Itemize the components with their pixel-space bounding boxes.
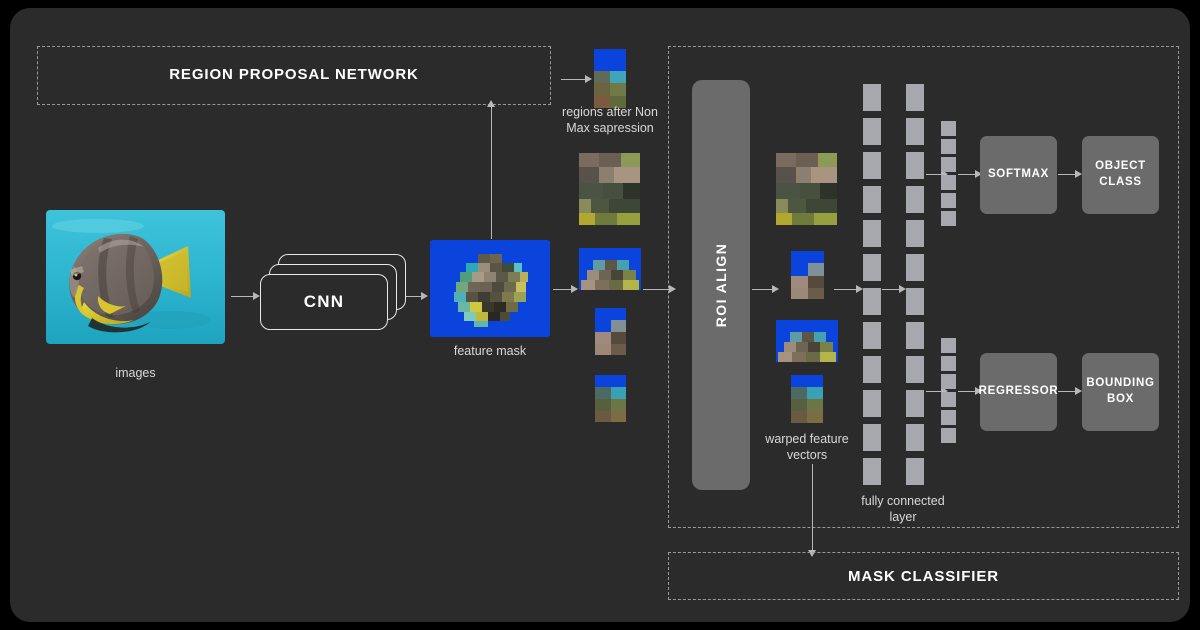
fully-connected-layer-caption: fully connected layer: [838, 494, 968, 525]
arrow-cnn-to-feature-mask-head: [421, 292, 428, 301]
fc-column1-cell: [863, 322, 881, 349]
feature-mask-caption: feature mask: [453, 344, 527, 358]
fc-column1-cell: [863, 458, 881, 485]
fc-caption-line1: fully connected: [861, 494, 945, 508]
fc-column2-cell: [906, 254, 924, 281]
fc-column2-cell: [906, 84, 924, 111]
fc-column1-cell: [863, 84, 881, 111]
proposal-thumbnail-1: [579, 153, 640, 225]
mask-classifier-panel: MASK CLASSIFIER: [668, 552, 1179, 600]
class-branch-cell: [941, 121, 956, 136]
warped-caption-line2: vectors: [786, 447, 828, 462]
fc-column1-cell: [863, 186, 881, 213]
fc-column1-cell: [863, 254, 881, 281]
fc-column1-cell: [863, 390, 881, 417]
box-branch-cell: [941, 338, 956, 353]
box-branch-cell: [941, 410, 956, 425]
feature-mask-image: [430, 240, 550, 337]
fc-column1-cell: [863, 220, 881, 247]
fc-column2-cell: [906, 152, 924, 179]
bounding-box-label-line2: BOX: [1106, 393, 1135, 405]
diagram-canvas: REGION PROPOSAL NETWORK images CNN featu…: [0, 0, 1200, 630]
arrow-feature-mask-to-proposals: [553, 289, 573, 291]
arrow-rpn-to-nms-region-head: [585, 75, 592, 84]
input-image-caption: images: [115, 366, 156, 380]
region-after-nms-thumbnail: [594, 49, 626, 108]
arrow-warped-to-fc-1-head: [856, 285, 863, 294]
arrow-regressor-to-bounding-box-head: [1075, 387, 1082, 396]
arrow-proposals-to-roi-align: [643, 289, 671, 291]
arrow-feature-mask-to-proposals-head: [571, 285, 578, 294]
arrow-warped-to-mask-classifier: [812, 464, 814, 551]
warped-thumbnail-4: [791, 375, 823, 423]
class-branch-cell: [941, 211, 956, 226]
bounding-box-label-line1: BOUNDING: [1086, 377, 1155, 390]
warped-thumbnail-2: [791, 251, 824, 299]
class-branch-cell: [941, 175, 956, 190]
fc-column2-cell: [906, 288, 924, 315]
arrow-softmax-to-object-class-head: [1075, 170, 1082, 179]
arrow-roi-align-to-warped: [752, 289, 774, 291]
region-after-nms-caption-line1: regions after Non: [562, 105, 658, 119]
region-proposal-network-panel: REGION PROPOSAL NETWORK: [37, 46, 551, 105]
fc-column1-cell: [863, 356, 881, 383]
fc-column2-cell: [906, 458, 924, 485]
region-proposal-network-title: REGION PROPOSAL NETWORK: [169, 66, 419, 83]
fc-column1-cell: [863, 152, 881, 179]
fc-column2-cell: [906, 356, 924, 383]
arrow-roi-align-to-warped-head: [772, 285, 779, 294]
class-branch-cell: [941, 193, 956, 208]
arrow-images-to-cnn-head: [253, 292, 260, 301]
fc-column2-cell: [906, 424, 924, 451]
roi-align-label: ROI ALIGN: [713, 242, 730, 328]
warped-feature-vectors-caption: warped feature vectors: [747, 432, 867, 463]
box-branch-cell: [941, 374, 956, 389]
object-class-block[interactable]: OBJECT CLASS: [1082, 136, 1159, 214]
proposal-thumbnail-3: [595, 308, 626, 355]
box-branch-cell: [941, 428, 956, 443]
arrow-warped-to-fc-1: [834, 289, 858, 291]
warped-thumbnail-1: [776, 153, 837, 225]
warped-caption-line1: warped feature: [765, 432, 849, 446]
box-branch-cell: [941, 392, 956, 407]
regressor-block[interactable]: REGRESSOR: [978, 353, 1059, 431]
object-class-label-line1: OBJECT: [1095, 160, 1146, 173]
arrow-fc1-to-fc2-head: [899, 285, 906, 294]
bounding-box-block[interactable]: BOUNDING BOX: [1082, 353, 1159, 431]
roi-align-block[interactable]: ROI ALIGN: [692, 80, 750, 490]
arrow-feature-mask-to-rpn: [491, 105, 493, 239]
region-after-nms-caption: regions after Non Max sapression: [545, 105, 675, 136]
mask-classifier-title: MASK CLASSIFIER: [847, 568, 999, 585]
fc-column1-cell: [863, 288, 881, 315]
region-after-nms-caption-line2: Max sapression: [566, 120, 654, 135]
class-branch-cell: [941, 139, 956, 154]
arrow-images-to-cnn: [231, 296, 255, 298]
cnn-label: CNN: [303, 292, 345, 311]
fc-column1-cell: [863, 118, 881, 145]
fc-column2-cell: [906, 220, 924, 247]
diagram-card: REGION PROPOSAL NETWORK images CNN featu…: [10, 8, 1190, 622]
cnn-block[interactable]: CNN: [260, 274, 388, 330]
softmax-label: SOFTMAX: [987, 168, 1050, 181]
input-image: [46, 210, 225, 344]
box-branch-cell: [941, 356, 956, 371]
warped-thumbnail-3: [776, 320, 838, 362]
proposal-thumbnail-2: [579, 248, 641, 290]
softmax-block[interactable]: SOFTMAX: [980, 136, 1057, 214]
arrow-rpn-to-nms-region: [561, 79, 587, 81]
fc-column2-cell: [906, 186, 924, 213]
regressor-label: REGRESSOR: [978, 385, 1059, 398]
object-class-label-line2: CLASS: [1099, 176, 1142, 188]
arrow-feature-mask-to-rpn-head: [487, 100, 496, 107]
class-branch-cell: [941, 157, 956, 172]
fc-column1-cell: [863, 424, 881, 451]
fc-column2-cell: [906, 390, 924, 417]
fc-column2-cell: [906, 322, 924, 349]
fc-column2-cell: [906, 118, 924, 145]
fc-caption-line2: layer: [889, 509, 917, 524]
proposal-thumbnail-4: [595, 375, 626, 422]
